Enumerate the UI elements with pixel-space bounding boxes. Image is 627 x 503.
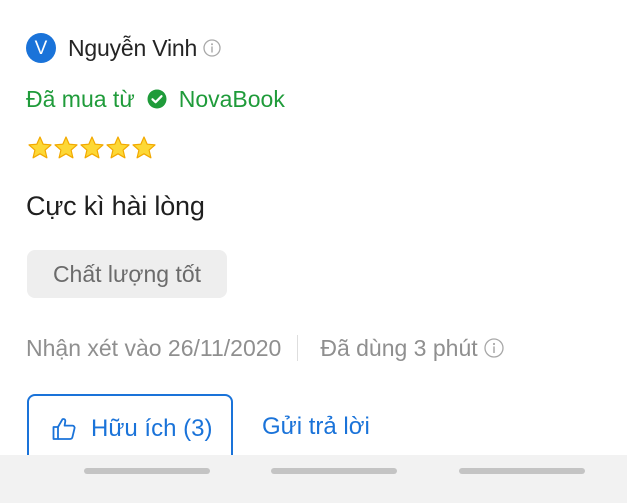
attribute-tag: Chất lượng tốt — [27, 250, 227, 298]
avatar: V — [26, 33, 56, 63]
usage-time: Đã dùng 3 phút — [320, 334, 478, 361]
star-icon — [105, 135, 131, 161]
review-meta: Nhận xét vào 26/11/2020 Đã dùng 3 phút — [26, 331, 504, 365]
star-icon — [79, 135, 105, 161]
purchase-prefix: Đã mua từ — [26, 85, 135, 112]
info-circle-icon[interactable] — [483, 338, 504, 358]
nav-handle[interactable] — [84, 468, 210, 474]
reviewer-name: Nguyễn Vinh — [68, 34, 198, 61]
bottom-nav-bar — [0, 455, 627, 503]
reply-link[interactable]: Gửi trả lời — [262, 413, 370, 441]
nav-handle[interactable] — [271, 468, 397, 474]
info-circle-icon[interactable] — [203, 39, 221, 57]
purchase-info: Đã mua từ NovaBook — [26, 83, 285, 115]
reviewer-row: V Nguyễn Vinh — [26, 31, 221, 65]
helpful-label: Hữu ích (3) — [91, 415, 213, 442]
avatar-initial: V — [34, 37, 48, 59]
verified-check-icon — [147, 89, 167, 109]
review-date: Nhận xét vào 26/11/2020 — [26, 334, 282, 361]
seller-name[interactable]: NovaBook — [179, 86, 285, 113]
helpful-button[interactable]: Hữu ích (3) — [27, 394, 233, 464]
review-title: Cực kì hài lòng — [26, 191, 205, 221]
star-icon — [131, 135, 157, 161]
rating-stars — [27, 135, 157, 161]
star-icon — [53, 135, 79, 161]
meta-divider — [297, 335, 299, 361]
thumbs-up-icon — [51, 416, 77, 442]
star-icon — [27, 135, 53, 161]
nav-handle[interactable] — [459, 468, 585, 474]
review-card: V Nguyễn Vinh Đã mua từ NovaBook Cực kì … — [0, 0, 627, 464]
